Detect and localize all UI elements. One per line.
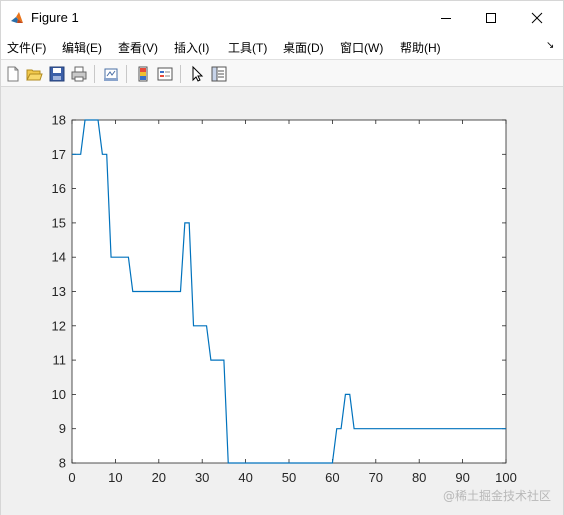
insert-legend-icon[interactable]	[156, 65, 174, 83]
x-tick-label: 100	[495, 470, 517, 485]
y-tick-label: 16	[52, 181, 66, 196]
x-tick-label: 50	[282, 470, 296, 485]
close-button[interactable]	[515, 1, 559, 35]
minimize-icon	[441, 18, 451, 19]
menu-view[interactable]: 查看(V)	[118, 39, 158, 56]
x-tick-label: 30	[195, 470, 209, 485]
menu-file[interactable]: 文件(F)	[7, 39, 46, 56]
menu-desktop[interactable]: 桌面(D)	[283, 39, 324, 56]
toolbar-separator	[94, 65, 95, 83]
y-tick-label: 8	[59, 456, 66, 471]
x-tick-label: 80	[412, 470, 426, 485]
property-inspector-icon[interactable]	[210, 65, 228, 83]
maximize-button[interactable]	[469, 1, 513, 35]
pointer-icon[interactable]	[188, 65, 206, 83]
window-title: Figure 1	[31, 10, 79, 25]
insert-colorbar-icon[interactable]	[134, 65, 152, 83]
open-file-icon[interactable]	[25, 65, 43, 83]
menu-bar: 文件(F) 编辑(E) 查看(V) 插入(I) 工具(T) 桌面(D) 窗口(W…	[1, 35, 563, 59]
new-figure-icon[interactable]	[4, 65, 22, 83]
y-tick-label: 14	[52, 250, 66, 265]
x-tick-label: 90	[455, 470, 469, 485]
y-tick-label: 10	[52, 387, 66, 402]
minimize-button[interactable]	[424, 1, 468, 35]
menu-tools[interactable]: 工具(T)	[228, 39, 267, 56]
menu-window[interactable]: 窗口(W)	[340, 39, 383, 56]
x-tick-label: 20	[152, 470, 166, 485]
save-icon[interactable]	[48, 65, 66, 83]
menu-help[interactable]: 帮助(H)	[400, 39, 441, 56]
link-plot-icon[interactable]	[102, 65, 120, 83]
menu-edit[interactable]: 编辑(E)	[62, 39, 102, 56]
x-tick-label: 0	[68, 470, 75, 485]
title-bar: Figure 1	[1, 1, 563, 35]
print-icon[interactable]	[70, 65, 88, 83]
y-tick-label: 13	[52, 284, 66, 299]
matlab-logo-icon	[11, 12, 23, 23]
x-tick-label: 40	[238, 470, 252, 485]
x-tick-label: 60	[325, 470, 339, 485]
figure-toolbar	[1, 59, 563, 87]
y-tick-label: 15	[52, 215, 66, 230]
y-tick-label: 12	[52, 318, 66, 333]
figure-window: Figure 1 文件(F) 编辑(E) 查看(V) 插入(I) 工具(T) 桌…	[0, 0, 564, 515]
toolbar-separator	[126, 65, 127, 83]
x-tick-label: 70	[369, 470, 383, 485]
maximize-icon	[486, 13, 496, 23]
toolbar-separator	[180, 65, 181, 83]
menu-insert[interactable]: 插入(I)	[174, 39, 209, 56]
figure-canvas: 0 10 20 30 40 50 60 70 80 90 100 8 9 10 11 12 13 14 15 16 17…	[1, 88, 563, 515]
y-tick-label: 18	[52, 113, 66, 128]
y-tick-label: 11	[53, 353, 67, 368]
close-icon	[531, 12, 543, 24]
y-tick-label: 17	[52, 147, 66, 162]
y-tick-label: 9	[59, 421, 66, 436]
x-tick-label: 10	[108, 470, 122, 485]
watermark: @稀土掘金技术社区	[443, 489, 552, 503]
dock-arrow-icon[interactable]: ↘	[546, 40, 554, 51]
line-chart[interactable]: 0 10 20 30 40 50 60 70 80 90 100 8 9 10 11 12 13 14 15 16 17…	[1, 88, 563, 508]
